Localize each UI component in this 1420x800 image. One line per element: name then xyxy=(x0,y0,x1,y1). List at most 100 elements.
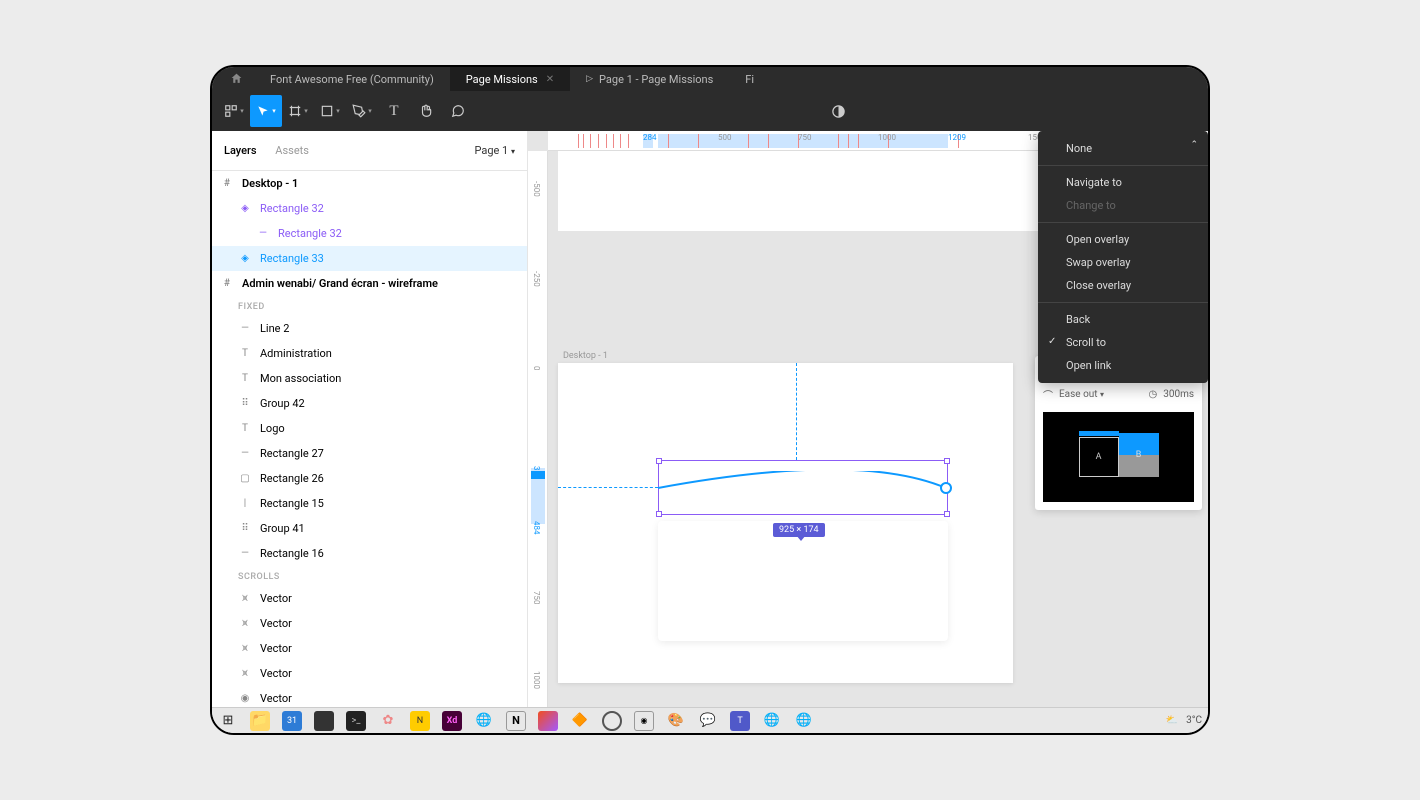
layer-type-icon: T xyxy=(238,348,252,359)
layer-label: Mon association xyxy=(260,372,341,385)
layer-item[interactable]: ⩙Vector xyxy=(212,661,527,686)
file-explorer-icon[interactable]: 📁 xyxy=(250,711,270,731)
layer-item[interactable]: ▢Rectangle 26 xyxy=(212,466,527,491)
teams-icon[interactable]: T xyxy=(730,711,750,731)
canvas[interactable]: 284 500 750 1000 1209 1500 2000 -500 -25… xyxy=(528,131,1208,733)
menu-item-open-overlay[interactable]: Open overlay xyxy=(1038,228,1208,251)
layer-item[interactable]: TAdministration xyxy=(212,341,527,366)
menu-item-swap-overlay[interactable]: Swap overlay xyxy=(1038,251,1208,274)
layer-item[interactable]: —Rectangle 27 xyxy=(212,441,527,466)
layer-item[interactable]: #Admin wenabi/ Grand écran - wireframe xyxy=(212,271,527,296)
notion-icon[interactable]: N xyxy=(506,711,526,731)
layer-label: Desktop - 1 xyxy=(242,177,298,190)
tab-3[interactable]: Fi xyxy=(729,67,770,91)
figma-menu[interactable]: ▾ xyxy=(218,95,250,127)
selection-rectangle[interactable] xyxy=(658,460,948,515)
camera-icon[interactable]: ◉ xyxy=(634,711,654,731)
text-tool[interactable]: T xyxy=(378,95,410,127)
layer-section: SCROLLS xyxy=(212,566,527,586)
pen-tool[interactable]: ▾ xyxy=(346,95,378,127)
layer-item[interactable]: TLogo xyxy=(212,416,527,441)
jetbrains-icon[interactable] xyxy=(314,711,334,731)
layer-type-icon: — xyxy=(238,323,252,334)
menu-item-close-overlay[interactable]: Close overlay xyxy=(1038,274,1208,297)
layer-label: Rectangle 16 xyxy=(260,547,324,560)
tab-0[interactable]: Font Awesome Free (Community) xyxy=(254,67,450,91)
tab-1[interactable]: Page Missions✕ xyxy=(450,67,570,91)
ease-icon: ⌒ xyxy=(1043,387,1053,402)
layer-item[interactable]: — Rectangle 32 xyxy=(212,221,527,246)
menu-item-navigate-to[interactable]: Navigate to xyxy=(1038,171,1208,194)
easing-select[interactable]: Ease out ▾ xyxy=(1059,389,1104,400)
layer-type-icon: ⠿ xyxy=(238,398,252,409)
xd-icon[interactable]: Xd xyxy=(442,711,462,731)
figma-icon[interactable] xyxy=(538,711,558,731)
layer-item[interactable]: ⩙Vector xyxy=(212,611,527,636)
layer-item[interactable]: ⩙Vector xyxy=(212,586,527,611)
layer-type-icon: ◈ xyxy=(238,203,252,214)
layer-type-icon: # xyxy=(220,178,234,189)
layers-tab[interactable]: Layers xyxy=(224,144,257,157)
comment-tool[interactable] xyxy=(442,95,474,127)
toolbar: ▾ ▾ ▾ ▾ ▾ T xyxy=(212,91,1208,131)
tab-close-icon[interactable]: ✕ xyxy=(546,74,554,85)
chrome-icon[interactable]: 🌐 xyxy=(474,711,494,731)
menu-item-none[interactable]: None⌃ xyxy=(1038,137,1208,160)
interaction-context-menu: None⌃ Navigate toChange to Open overlaySwa… xyxy=(1038,131,1208,383)
menu-item-scroll-to[interactable]: ✓Scroll to xyxy=(1038,331,1208,354)
layer-label: Rectangle 32 xyxy=(278,227,342,240)
layer-type-icon: ◈ xyxy=(238,253,252,264)
layer-type-icon: — xyxy=(238,548,252,559)
pink-app-icon[interactable]: ✿ xyxy=(378,711,398,731)
ruler-vertical: -500 -250 0 310 484 750 1000 xyxy=(528,151,548,733)
artboard-label[interactable]: Desktop - 1 xyxy=(563,351,608,361)
layer-section: FIXED xyxy=(212,296,527,316)
contrast-icon[interactable] xyxy=(831,104,846,119)
tab-2[interactable]: ▷Page 1 - Page Missions xyxy=(570,67,729,91)
layer-item[interactable]: # Desktop - 1 xyxy=(212,171,527,196)
chat-icon[interactable]: 💬 xyxy=(698,711,718,731)
layer-item[interactable]: ◈Rectangle 33 xyxy=(212,246,527,271)
slack-icon[interactable]: 🔶 xyxy=(570,711,590,731)
page-selector[interactable]: Page 1 ▾ xyxy=(474,144,515,157)
layer-type-icon: ⩙ xyxy=(238,643,252,654)
layer-label: Vector xyxy=(260,692,292,705)
taskbar: ⊞ 📁 31 >_ ✿ N Xd 🌐 N 🔶 ◉ 🎨 💬 T 🌐 🌐 ⛅ 3°C xyxy=(212,707,1208,733)
layer-item[interactable]: ⩙ Vector xyxy=(212,636,527,661)
move-tool[interactable]: ▾ xyxy=(250,95,282,127)
shape-tool[interactable]: ▾ xyxy=(314,95,346,127)
chrome-profile-1-icon[interactable]: 🌐 xyxy=(762,711,782,731)
layer-item[interactable]: TMon association xyxy=(212,366,527,391)
home-icon[interactable] xyxy=(230,72,244,86)
layer-label: Group 41 xyxy=(260,522,305,535)
layer-label: Logo xyxy=(260,422,285,435)
layer-label: Vector xyxy=(260,642,292,655)
frame-tool[interactable]: ▾ xyxy=(282,95,314,127)
layer-item[interactable]: ⠿Group 41 xyxy=(212,516,527,541)
calendar-icon[interactable]: 31 xyxy=(282,711,302,731)
duration-value[interactable]: 300ms xyxy=(1163,389,1194,400)
menu-item-change-to: Change to xyxy=(1038,194,1208,217)
weather-icon[interactable]: ⛅ xyxy=(1166,715,1178,726)
headphones-icon[interactable] xyxy=(602,711,622,731)
layer-item[interactable]: —Line 2 xyxy=(212,316,527,341)
layer-label: Rectangle 27 xyxy=(260,447,324,460)
menu-item-open-link[interactable]: Open link xyxy=(1038,354,1208,377)
start-button[interactable]: ⊞ xyxy=(218,711,238,731)
chrome-profile-2-icon[interactable]: 🌐 xyxy=(794,711,814,731)
layer-type-icon: | xyxy=(238,498,252,509)
prototype-handle[interactable] xyxy=(940,482,952,494)
layer-type-icon: — xyxy=(256,228,270,239)
temperature: 3°C xyxy=(1186,715,1202,726)
terminal-icon[interactable]: >_ xyxy=(346,711,366,731)
layer-label: Vector xyxy=(260,592,292,605)
layer-item[interactable]: ⠿Group 42 xyxy=(212,391,527,416)
layer-item[interactable]: ◈Rectangle 32 xyxy=(212,196,527,221)
assets-tab[interactable]: Assets xyxy=(275,144,309,157)
palette-icon[interactable]: 🎨 xyxy=(666,711,686,731)
menu-item-back[interactable]: Back xyxy=(1038,308,1208,331)
notes-icon[interactable]: N xyxy=(410,711,430,731)
hand-tool[interactable] xyxy=(410,95,442,127)
layer-item[interactable]: |Rectangle 15 xyxy=(212,491,527,516)
layer-item[interactable]: — Rectangle 16 xyxy=(212,541,527,566)
